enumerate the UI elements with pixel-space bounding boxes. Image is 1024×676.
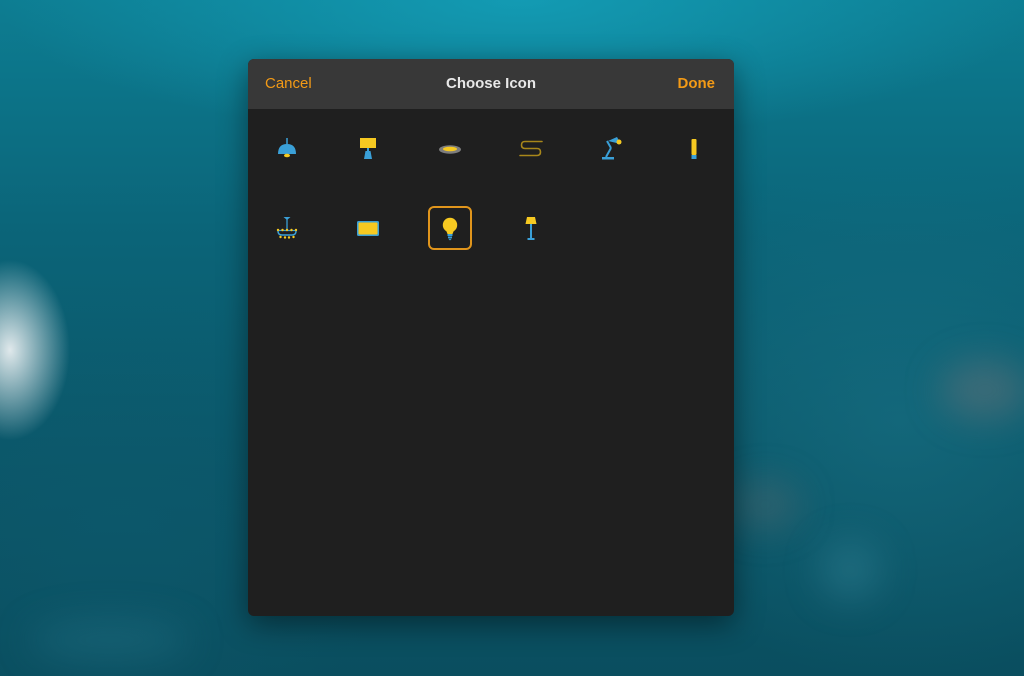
icon-option-light-strip[interactable] (509, 127, 553, 171)
icon-option-light-bulb[interactable] (428, 206, 472, 250)
light-strip-icon (519, 140, 543, 157)
desk-lamp-icon (602, 137, 622, 160)
background-blur-shape (30, 620, 190, 660)
icon-option-ceiling-light[interactable] (428, 127, 472, 171)
background-blur-shape (940, 360, 1024, 420)
background-blur-shape (820, 540, 880, 600)
icon-option-chandelier[interactable] (265, 207, 309, 251)
icon-option-light-panel[interactable] (346, 207, 390, 251)
pendant-lamp-icon (278, 138, 296, 158)
dialog-title: Choose Icon (445, 75, 536, 92)
light-panel-icon (357, 221, 379, 236)
choose-icon-dialog: Cancel Choose Icon Done (248, 59, 734, 616)
ceiling-light-icon (439, 145, 461, 154)
dialog-navbar: Cancel Choose Icon Done (248, 59, 734, 109)
icon-option-table-lamp[interactable] (346, 127, 390, 171)
wall-sconce-icon (691, 139, 697, 159)
icon-option-wall-sconce[interactable] (672, 127, 716, 171)
background-blur-shape (730, 480, 800, 530)
done-button[interactable]: Done (678, 74, 716, 94)
icon-option-pendant-lamp[interactable] (265, 127, 309, 171)
floor-lamp-icon (525, 217, 537, 240)
table-lamp-icon (360, 138, 376, 159)
icon-option-floor-lamp[interactable] (509, 207, 553, 251)
chandelier-icon (276, 217, 298, 239)
light-bulb-icon (442, 217, 458, 241)
icon-option-desk-lamp[interactable] (591, 127, 635, 171)
